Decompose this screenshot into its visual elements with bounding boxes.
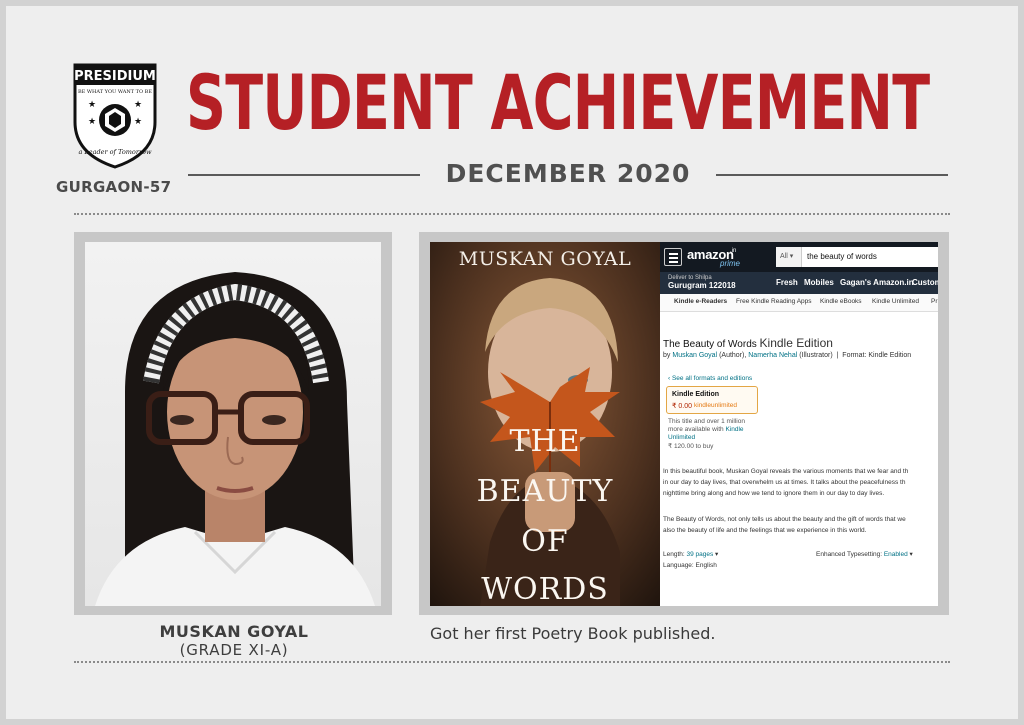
book-cover: MUSKAN GOYAL THE BEAUTY OF WORDS	[430, 242, 660, 606]
length-info: Length: 39 pages ▾	[663, 551, 719, 558]
cover-title-line-4: WORDS	[481, 572, 609, 606]
buy-price: ₹ 120.00 to buy	[668, 443, 714, 450]
dotted-divider-top	[74, 213, 950, 215]
typesetting-info: Enhanced Typesetting: Enabled ▾	[816, 551, 913, 558]
nav-mobiles[interactable]: Mobiles	[804, 278, 834, 287]
nav-customer[interactable]: Custom	[912, 278, 938, 287]
author-link[interactable]: Muskan Goyal	[672, 352, 717, 359]
logo-name: PRESIDIUM	[74, 69, 156, 84]
achievement-caption: Got her first Poetry Book published.	[430, 624, 716, 643]
date-divider-right	[716, 174, 948, 176]
illustrator-link[interactable]: Namerha Nehal	[748, 352, 797, 359]
amazon-subheader: Deliver to Shilpa Gurugram 122018 Fresh …	[660, 272, 938, 294]
search-bar[interactable]: All ▾ the beauty of words	[776, 247, 938, 267]
nav-gagans-amazon[interactable]: Gagan's Amazon.in	[840, 278, 914, 287]
cover-title-line-2: BEAUTY	[476, 474, 614, 509]
subnav-kindle-ereaders[interactable]: Kindle e-Readers	[674, 298, 727, 305]
product-byline: by Muskan Goyal (Author), Namerha Nehal …	[663, 352, 912, 359]
prime-label: prime	[720, 259, 741, 268]
date-row: DECEMBER 2020	[188, 156, 948, 192]
svg-text:★: ★	[88, 99, 96, 109]
svg-text:★: ★	[134, 116, 142, 126]
student-photo	[85, 242, 381, 606]
kindle-edition-option[interactable]: Kindle Edition ₹ 0.00 kindleunlimited	[666, 386, 758, 414]
kindle-option-label: Kindle Edition	[672, 391, 720, 398]
svg-text:★: ★	[88, 116, 96, 126]
deliver-to[interactable]: Deliver to Shilpa Gurugram 122018	[668, 274, 736, 290]
amazon-header: amazon .in prime All ▾ the beauty of wor…	[660, 242, 938, 272]
search-input[interactable]: the beauty of words	[807, 247, 877, 267]
cover-author: MUSKAN GOYAL	[458, 248, 632, 270]
length-link[interactable]: 39 pages	[687, 551, 714, 558]
hamburger-menu-icon[interactable]	[664, 248, 682, 266]
subnav-kindle-unlimited[interactable]: Kindle Unlimited	[872, 298, 919, 305]
nav-fresh[interactable]: Fresh	[776, 278, 798, 287]
date-divider-left	[188, 174, 420, 176]
dotted-divider-bottom	[74, 661, 950, 663]
kindle-price: ₹ 0.00	[672, 403, 693, 410]
svg-text:★: ★	[134, 99, 142, 109]
description-paragraph-1: In this beautiful book, Muskan Goyal rev…	[663, 468, 909, 497]
student-name: MUSKAN GOYAL	[159, 622, 309, 641]
kindle-unlimited-link-2[interactable]: Unlimited	[668, 434, 695, 441]
kindle-subnav: Kindle e-Readers Free Kindle Reading App…	[660, 294, 938, 312]
kindle-unlimited-link[interactable]: Kindle	[725, 426, 743, 433]
cover-title-line-3: OF	[521, 524, 569, 559]
subnav-reading-apps[interactable]: Free Kindle Reading Apps	[736, 298, 812, 305]
date-label: DECEMBER 2020	[445, 159, 691, 188]
subnav-kindle-ebooks[interactable]: Kindle eBooks	[820, 298, 862, 305]
typesetting-link[interactable]: Enabled	[884, 551, 908, 558]
description-paragraph-2: The Beauty of Words, not only tells us a…	[663, 516, 906, 534]
campus-label: GURGAON-57	[56, 178, 172, 196]
kindle-unlimited-badge: kindleunlimited	[694, 402, 737, 409]
cover-title-line-1: THE	[509, 424, 581, 459]
subnav-more[interactable]: Pr	[931, 298, 938, 305]
availability-text: This title and over 1 million more avail…	[668, 418, 745, 441]
see-all-formats-link[interactable]: ‹ See all formats and editions	[668, 375, 752, 382]
logo-tagline: a Leader of Tomorrow	[78, 148, 151, 156]
amazon-listing-screenshot: amazon .in prime All ▾ the beauty of wor…	[660, 242, 938, 606]
student-grade: (GRADE XI-A)	[179, 641, 289, 659]
page-title: STUDENT ACHIEVEMENT	[186, 58, 930, 147]
language-info: Language: English	[663, 562, 717, 569]
search-category-select[interactable]: All ▾	[776, 247, 802, 267]
product-title: The Beauty of Words Kindle Edition	[663, 336, 833, 350]
amazon-logo-suffix: .in	[730, 248, 737, 254]
logo-motto: BE WHAT YOU WANT TO BE	[78, 89, 152, 95]
presidium-crest-logo: PRESIDIUM BE WHAT YOU WANT TO BE ★ ★ ★ ★…	[73, 63, 157, 169]
